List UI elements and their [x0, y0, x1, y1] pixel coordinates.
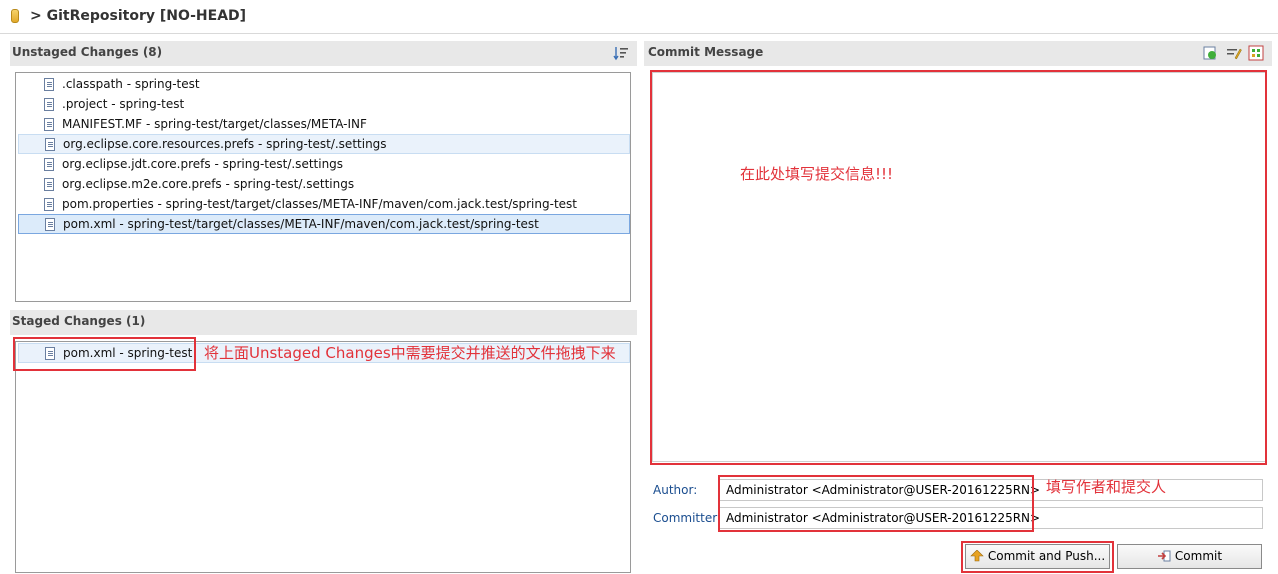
list-item[interactable]: .classpath - spring-test	[18, 74, 630, 94]
xml-file-icon	[44, 98, 54, 111]
maven-file-icon	[45, 218, 55, 231]
list-item[interactable]: pom.properties - spring-test/target/clas…	[18, 194, 630, 214]
commit-message-annotation: 在此处填写提交信息!!!	[740, 165, 894, 183]
commit-message-highlight-box	[650, 70, 1267, 465]
repository-icon	[11, 9, 19, 23]
list-item[interactable]: .project - spring-test	[18, 94, 630, 114]
author-committer-annotation: 填写作者和提交人	[1046, 478, 1167, 496]
commit-message-title: Commit Message	[648, 45, 764, 59]
list-item[interactable]: org.eclipse.jdt.core.prefs - spring-test…	[18, 154, 630, 174]
commit-icon	[1157, 550, 1171, 562]
staged-count: (1)	[126, 314, 146, 328]
list-item[interactable]: org.eclipse.m2e.core.prefs - spring-test…	[18, 174, 630, 194]
text-file-icon	[44, 178, 54, 191]
staged-changes-header: Staged Changes (1)	[10, 310, 637, 335]
unstaged-changes-title: Unstaged Changes (8)	[12, 45, 163, 59]
text-file-icon	[45, 138, 55, 151]
unstaged-changes-header: Unstaged Changes (8)	[10, 41, 637, 66]
staged-annotation: 将上面Unstaged Changes中需要提交并推送的文件拖拽下来	[204, 344, 616, 362]
title-bar: > GitRepository [NO-HEAD]	[0, 0, 1278, 34]
list-item[interactable]: pom.xml - spring-test/target/classes/MET…	[18, 214, 630, 234]
repository-title: > GitRepository [NO-HEAD]	[30, 8, 247, 24]
staged-file-highlight-box	[13, 337, 196, 371]
edit-icon[interactable]	[1226, 45, 1242, 61]
xml-file-icon	[44, 78, 54, 91]
add-signed-off-icon[interactable]	[1202, 45, 1218, 61]
list-item[interactable]: MANIFEST.MF - spring-test/target/classes…	[18, 114, 630, 134]
text-file-icon	[44, 158, 54, 171]
author-label: Author:	[653, 483, 698, 497]
commit-button[interactable]: Commit	[1117, 544, 1262, 569]
committer-label: Committer:	[653, 511, 721, 525]
commit-message-header: Commit Message	[644, 41, 1272, 66]
list-item[interactable]: org.eclipse.core.resources.prefs - sprin…	[18, 134, 630, 154]
author-committer-highlight-box	[718, 475, 1034, 532]
text-file-icon	[44, 118, 54, 131]
staged-file-list[interactable]: pom.xml - spring-test	[15, 341, 631, 573]
commit-push-highlight-box	[961, 541, 1114, 573]
change-id-icon[interactable]	[1248, 45, 1264, 61]
text-file-icon	[44, 198, 54, 211]
unstaged-file-list[interactable]: .classpath - spring-test .project - spri…	[15, 72, 631, 302]
unstaged-count: (8)	[142, 45, 163, 59]
sort-icon[interactable]	[613, 45, 629, 61]
staged-changes-title: Staged Changes (1)	[12, 314, 146, 328]
